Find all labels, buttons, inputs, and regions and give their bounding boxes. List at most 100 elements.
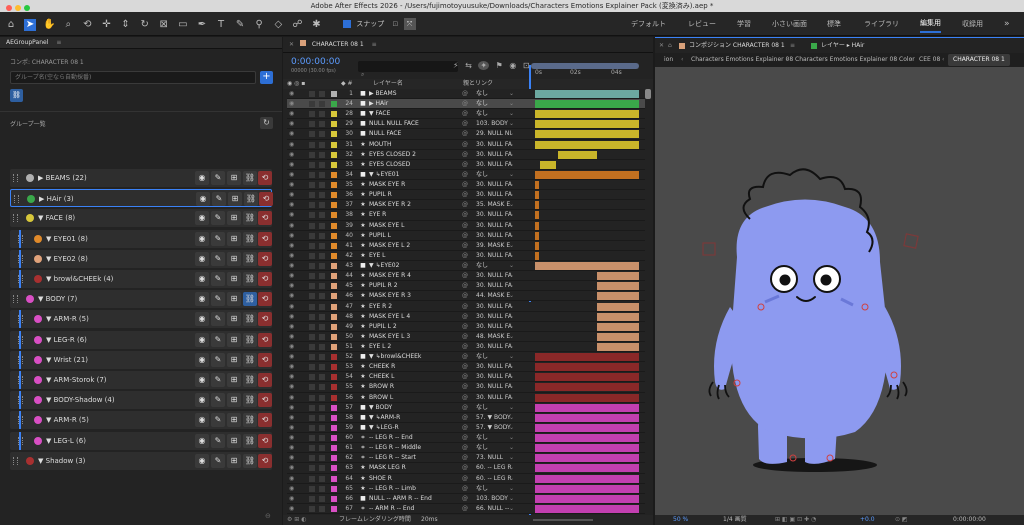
add-layer-icon[interactable]: ⊞: [227, 211, 241, 226]
workspace-editing[interactable]: 編集用: [920, 12, 941, 33]
visibility-eye-icon[interactable]: ◉: [289, 342, 294, 352]
crumb-2[interactable]: Characters Emotions Explainer 08 Color: [795, 53, 915, 67]
solo-toggle[interactable]: [309, 384, 315, 391]
layer-name[interactable]: BROW L: [369, 393, 393, 403]
comp-tab-menu-icon[interactable]: ≡: [790, 38, 795, 54]
visibility-eye-icon[interactable]: ◉: [289, 443, 294, 453]
group-row[interactable]: ▼ EYE01 (8) ◉ ✎ ⊞ ⛓ ⟲: [10, 229, 272, 248]
solo-toggle[interactable]: [309, 354, 315, 361]
expand-arrow-icon[interactable]: ▼: [46, 356, 51, 364]
solo-toggle[interactable]: [309, 394, 315, 401]
layer-row[interactable]: ◉ 44 ★ MASK EYE R 4 @ 30. NULL FA ⌄: [287, 271, 645, 282]
label-color-swatch[interactable]: [331, 232, 337, 239]
layer-duration-bar[interactable]: [597, 312, 639, 321]
drag-handle-icon[interactable]: [17, 376, 23, 384]
layer-duration-bar[interactable]: [535, 120, 639, 129]
solo-toggle[interactable]: [309, 485, 315, 492]
expand-arrow-icon[interactable]: ▼: [46, 396, 51, 404]
layer-duration-bar[interactable]: [535, 464, 639, 473]
selection-tool-icon[interactable]: ➤: [24, 19, 37, 31]
layer-duration-bar[interactable]: [535, 423, 639, 432]
visibility-eye-icon[interactable]: ◉: [195, 211, 209, 226]
expand-arrow-icon[interactable]: ▼: [46, 315, 51, 323]
chevron-down-icon[interactable]: ⌄: [509, 342, 514, 352]
link-layers-icon[interactable]: ⛓: [243, 251, 257, 266]
label-color-swatch[interactable]: [331, 151, 337, 158]
layer-name[interactable]: MASK EYE R 4: [369, 271, 411, 281]
lock-toggle[interactable]: [319, 131, 325, 138]
label-color-swatch[interactable]: [331, 303, 337, 310]
group-color-dot[interactable]: [34, 436, 42, 445]
pickwhip-icon[interactable]: @: [462, 129, 468, 139]
viewer-close-icon[interactable]: ✕: [659, 38, 664, 54]
drag-handle-icon[interactable]: [17, 416, 23, 425]
layer-duration-bar[interactable]: [535, 363, 639, 372]
layer-duration-bar[interactable]: [535, 100, 639, 109]
visibility-eye-icon[interactable]: ◉: [195, 251, 209, 266]
group-row[interactable]: ▼ FACE (8) ◉ ✎ ⊞ ⛓ ⟲: [10, 209, 272, 228]
visibility-eye-icon[interactable]: ◉: [289, 352, 294, 362]
workspace-standard[interactable]: 標準: [827, 12, 841, 36]
add-layer-icon[interactable]: ⊞: [227, 413, 241, 428]
layer-name[interactable]: MASK EYE R 2: [369, 200, 411, 210]
label-color-swatch[interactable]: [331, 374, 337, 381]
visibility-eye-icon[interactable]: ◉: [289, 291, 294, 301]
visibility-eye-icon[interactable]: ◉: [289, 241, 294, 251]
visibility-eye-icon[interactable]: ◉: [289, 281, 294, 291]
label-color-swatch[interactable]: [331, 404, 337, 411]
layer-name[interactable]: ▼ ↳EYE01: [369, 170, 399, 180]
solo-toggle[interactable]: [309, 192, 315, 199]
lock-toggle[interactable]: [319, 202, 325, 209]
solo-toggle[interactable]: [309, 111, 315, 118]
layer-duration-bar[interactable]: [535, 373, 639, 382]
layer-duration-bar[interactable]: [535, 251, 540, 260]
pickwhip-icon[interactable]: @: [462, 484, 468, 494]
expand-arrow-icon[interactable]: ▶: [39, 195, 44, 203]
solo-toggle[interactable]: [309, 475, 315, 482]
layer-duration-bar[interactable]: [535, 413, 639, 422]
solo-toggle[interactable]: [309, 374, 315, 381]
solo-toggle[interactable]: [309, 263, 315, 270]
visibility-eye-icon[interactable]: ◉: [289, 393, 294, 403]
visibility-eye-icon[interactable]: ◉: [289, 190, 294, 200]
visibility-eye-icon[interactable]: ◉: [195, 453, 209, 468]
link-layers-icon[interactable]: ⛓: [243, 332, 257, 347]
visibility-eye-icon[interactable]: ◉: [289, 89, 294, 99]
layer-name[interactable]: BROW R: [369, 382, 394, 392]
chevron-down-icon[interactable]: ⌄: [509, 231, 514, 241]
layer-name[interactable]: ▶ BEAMS: [369, 89, 397, 99]
layer-duration-bar[interactable]: [540, 160, 556, 169]
rename-pencil-icon[interactable]: ✎: [211, 231, 225, 246]
label-color-swatch[interactable]: [331, 273, 337, 280]
shy-icon[interactable]: ⚡: [453, 61, 459, 70]
unlink-icon[interactable]: ⟲: [258, 251, 272, 266]
visibility-eye-icon[interactable]: ◉: [289, 312, 294, 322]
workspace-libraries[interactable]: ライブラリ: [864, 12, 899, 36]
pickwhip-icon[interactable]: @: [462, 180, 468, 190]
dolly-tool-icon[interactable]: ⇕: [120, 19, 132, 31]
link-layers-icon[interactable]: ⛓: [243, 373, 257, 387]
visibility-eye-icon[interactable]: ◉: [289, 504, 294, 514]
layer-name[interactable]: ▼ ↳browl&CHEEk: [369, 352, 421, 362]
label-color-swatch[interactable]: [331, 323, 337, 330]
unlink-icon[interactable]: ⟲: [258, 352, 272, 367]
workspace-default[interactable]: デフォルト: [631, 12, 666, 36]
rename-pencil-icon[interactable]: ✎: [211, 352, 225, 367]
visibility-eye-icon[interactable]: ◉: [195, 433, 209, 448]
layer-name[interactable]: MASK EYE L 2: [369, 241, 410, 251]
lock-toggle[interactable]: [319, 171, 325, 178]
link-layers-icon[interactable]: ⛓: [243, 292, 257, 307]
col-parent[interactable]: 親とリンク: [463, 79, 493, 89]
graph-editor-icon[interactable]: ⚑: [496, 61, 503, 70]
label-color-swatch[interactable]: [331, 424, 337, 431]
rename-pencil-icon[interactable]: ✎: [211, 251, 225, 266]
lock-toggle[interactable]: [319, 313, 325, 320]
solo-toggle[interactable]: [309, 445, 315, 452]
lock-toggle[interactable]: [319, 384, 325, 391]
add-layer-icon[interactable]: ⊞: [227, 393, 241, 408]
layer-duration-bar[interactable]: [535, 484, 639, 493]
pickwhip-icon[interactable]: @: [462, 423, 468, 433]
visibility-eye-icon[interactable]: ◉: [195, 413, 209, 428]
drag-handle-icon[interactable]: [17, 254, 23, 263]
chevron-down-icon[interactable]: ⌄: [509, 302, 514, 312]
